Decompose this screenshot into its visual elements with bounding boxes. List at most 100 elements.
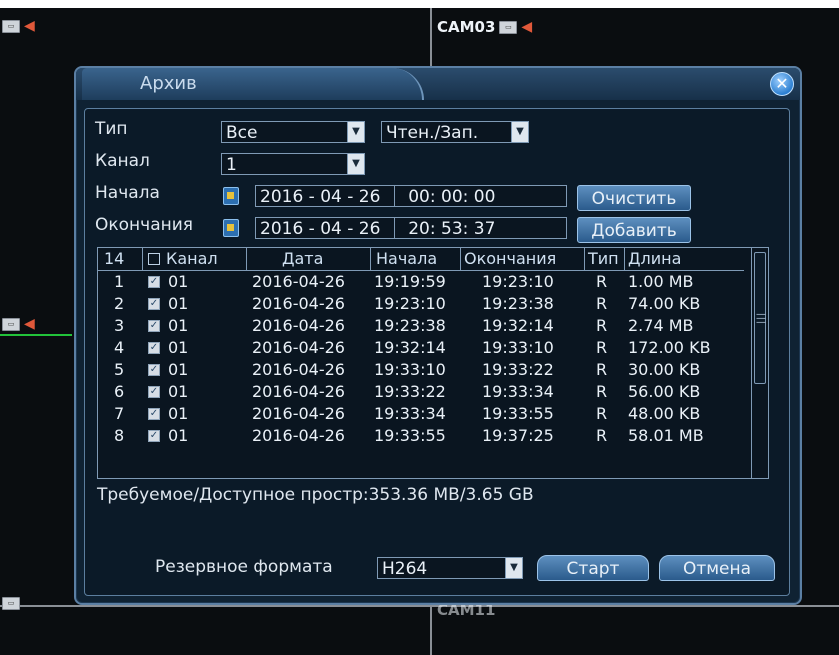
record-icon: ▭: [499, 20, 518, 34]
record-icon: ▭: [2, 597, 20, 610]
grid-divider-horizontal: [0, 605, 839, 607]
row-channel: 01: [168, 404, 189, 423]
col-length: Длина: [628, 249, 682, 268]
row-start-time: 19:32:14: [374, 338, 446, 357]
row-checkbox[interactable]: ✓: [148, 320, 160, 332]
row-type: R: [596, 338, 608, 357]
speaker-icon: ◀: [24, 18, 35, 34]
col-start: Начала: [376, 249, 438, 268]
add-button[interactable]: Добавить: [577, 217, 691, 243]
start-date-value: 2016 - 04 - 26: [260, 187, 381, 207]
table-row[interactable]: ✓ 1 01 2016-04-26 19:19:59 19:23:10 R 1.00 MB: [98, 271, 744, 293]
cancel-button[interactable]: Отмена: [659, 555, 775, 581]
start-datetime-input[interactable]: 2016 - 04 - 26 00: 00: 00: [255, 185, 567, 207]
row-length: 48.00 KB: [628, 404, 701, 423]
calendar-icon[interactable]: [223, 219, 239, 237]
row-end-time: 19:33:55: [482, 404, 554, 423]
cam-label-bottom-left: ▭: [2, 597, 20, 610]
row-end-time: 19:32:14: [482, 316, 554, 335]
mode-select-value: Чтен./Зап.: [386, 123, 479, 143]
row-checkbox[interactable]: ✓: [148, 298, 160, 310]
row-checkbox[interactable]: ✓: [148, 408, 160, 420]
chevron-down-icon: ▼: [347, 122, 364, 142]
chevron-down-icon: ▼: [505, 558, 522, 578]
row-channel: 01: [168, 272, 189, 291]
row-start-time: 19:19:59: [374, 272, 446, 291]
row-date: 2016-04-26: [252, 426, 345, 445]
row-date: 2016-04-26: [252, 272, 345, 291]
archive-dialog: Архив ✕ Тип Все ▼ Чтен./Зап. ▼ Канал 1 ▼…: [74, 66, 802, 605]
row-end-time: 19:33:22: [482, 360, 554, 379]
table-row[interactable]: ✓ 6 01 2016-04-26 19:33:22 19:33:34 R 56.00 KB: [98, 381, 744, 403]
cam-label-middle-left: ▭ ◀: [2, 316, 35, 332]
chevron-down-icon: ▼: [347, 154, 364, 174]
row-length: 2.74 MB: [628, 316, 694, 335]
row-type: R: [596, 360, 608, 379]
select-all-checkbox[interactable]: [148, 253, 160, 265]
row-checkbox[interactable]: ✓: [148, 364, 160, 376]
row-count: 14: [104, 249, 125, 268]
camera-name: CAM03: [437, 18, 496, 36]
row-type: R: [596, 426, 608, 445]
motion-indicator-line: [0, 334, 72, 336]
row-date: 2016-04-26: [252, 316, 345, 335]
end-datetime-input[interactable]: 2016 - 04 - 26 20: 53: 37: [255, 217, 567, 239]
channel-select-value: 1: [226, 155, 237, 175]
row-type: R: [596, 382, 608, 401]
format-select[interactable]: H264 ▼: [377, 557, 523, 579]
row-type: R: [596, 316, 608, 335]
table-scrollbar[interactable]: — — —: [751, 248, 768, 478]
clear-button[interactable]: Очистить: [577, 185, 691, 211]
record-icon: ▭: [2, 19, 20, 33]
row-channel: 01: [168, 316, 189, 335]
row-date: 2016-04-26: [252, 360, 345, 379]
type-select[interactable]: Все ▼: [221, 121, 365, 143]
table-row[interactable]: ✓ 4 01 2016-04-26 19:32:14 19:33:10 R 172.00 KB: [98, 337, 744, 359]
row-checkbox[interactable]: ✓: [148, 342, 160, 354]
row-channel: 01: [168, 360, 189, 379]
row-date: 2016-04-26: [252, 404, 345, 423]
row-checkbox[interactable]: ✓: [148, 430, 160, 442]
row-length: 58.01 MB: [628, 426, 704, 445]
row-number: 2: [114, 294, 125, 313]
table-row[interactable]: ✓ 3 01 2016-04-26 19:23:38 19:32:14 R 2.74 MB: [98, 315, 744, 337]
cam-label-top-right: CAM03 ▭ ◀: [437, 18, 532, 36]
table-row[interactable]: ✓ 8 01 2016-04-26 19:33:55 19:37:25 R 58.01 MB: [98, 425, 744, 447]
archive-table: 14 Канал Дата Начала Окончания Тип Длина…: [97, 247, 769, 479]
calendar-icon[interactable]: [223, 187, 239, 205]
row-checkbox[interactable]: ✓: [148, 386, 160, 398]
row-end-time: 19:23:10: [482, 272, 554, 291]
table-row[interactable]: ✓ 5 01 2016-04-26 19:33:10 19:33:22 R 30.00 KB: [98, 359, 744, 381]
mode-select[interactable]: Чтен./Зап. ▼: [381, 121, 529, 143]
row-start-time: 19:33:22: [374, 382, 446, 401]
chevron-down-icon: ▼: [511, 122, 528, 142]
row-end-time: 19:37:25: [482, 426, 554, 445]
row-end-time: 19:33:34: [482, 382, 554, 401]
channel-label: Канал: [95, 151, 150, 171]
channel-select[interactable]: 1 ▼: [221, 153, 365, 175]
row-type: R: [596, 294, 608, 313]
row-length: 30.00 KB: [628, 360, 701, 379]
row-number: 1: [114, 272, 125, 291]
table-row[interactable]: ✓ 2 01 2016-04-26 19:23:10 19:23:38 R 74.00 KB: [98, 293, 744, 315]
table-row[interactable]: ✓ 7 01 2016-04-26 19:33:34 19:33:55 R 48.00 KB: [98, 403, 744, 425]
storage-info: Требуемое/Доступное простр:353.36 MB/3.6…: [97, 485, 534, 505]
row-number: 3: [114, 316, 125, 335]
format-select-value: H264: [382, 559, 428, 579]
row-start-time: 19:33:55: [374, 426, 446, 445]
dialog-body: Тип Все ▼ Чтен./Зап. ▼ Канал 1 ▼ Начала …: [84, 108, 790, 596]
end-date-value: 2016 - 04 - 26: [260, 219, 381, 239]
type-select-value: Все: [226, 123, 258, 143]
scroll-thumb[interactable]: — — —: [754, 252, 766, 384]
col-end: Окончания: [464, 249, 557, 268]
start-label: Начала: [95, 183, 160, 203]
speaker-icon: ◀: [24, 316, 35, 332]
row-number: 7: [114, 404, 125, 423]
start-button[interactable]: Старт: [537, 555, 649, 581]
table-header: 14 Канал Дата Начала Окончания Тип Длина: [98, 248, 744, 271]
row-end-time: 19:33:10: [482, 338, 554, 357]
row-checkbox[interactable]: ✓: [148, 276, 160, 288]
row-channel: 01: [168, 382, 189, 401]
close-button[interactable]: ✕: [770, 72, 794, 96]
speaker-icon: ◀: [521, 19, 533, 35]
